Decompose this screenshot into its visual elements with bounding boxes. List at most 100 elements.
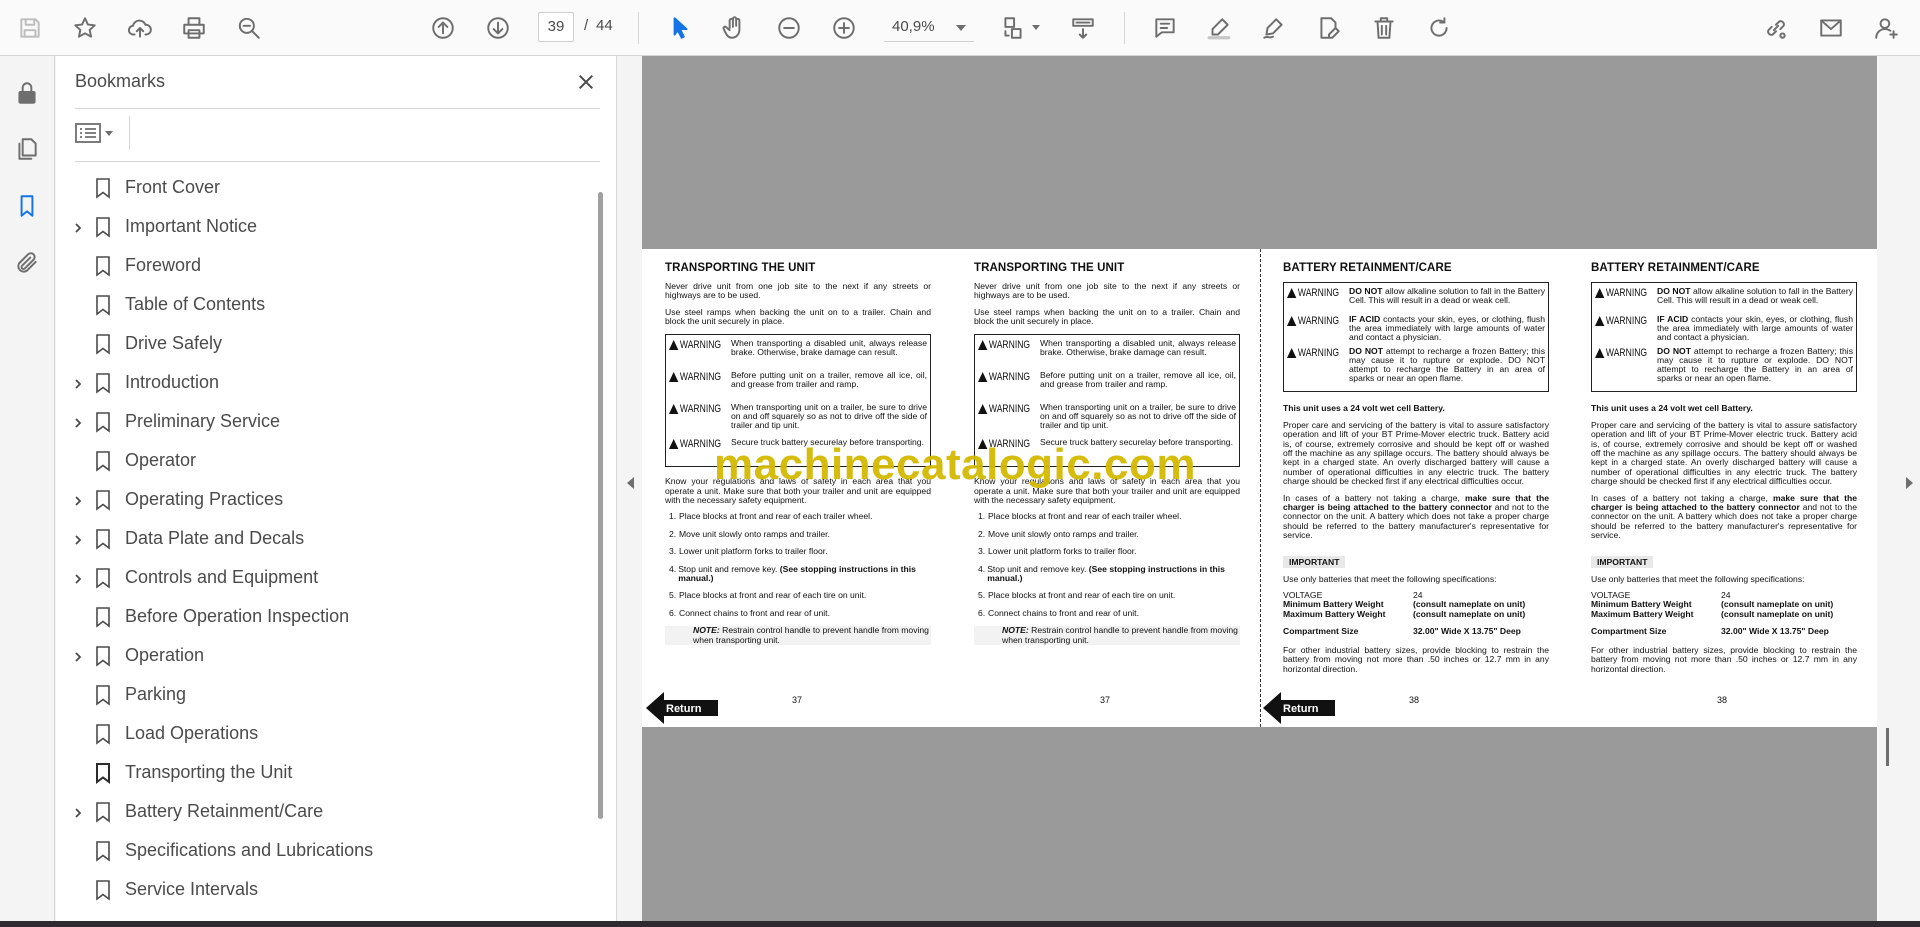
spec-value: (consult nameplate on unit) bbox=[1413, 608, 1526, 619]
step-item: 5. Place blocks at front and rear of each… bbox=[974, 591, 1240, 601]
section-title: TRANSPORTING THE UNIT bbox=[974, 262, 1125, 274]
previous-page-icon[interactable] bbox=[425, 10, 461, 46]
page-fit-icon[interactable] bbox=[995, 10, 1031, 46]
document-scrollbar-thumb[interactable] bbox=[1886, 728, 1889, 766]
lock-icon[interactable] bbox=[10, 76, 44, 110]
share-link-icon[interactable] bbox=[1758, 10, 1794, 46]
bookmark-item[interactable]: Before Operation Inspection bbox=[56, 597, 586, 636]
zoom-in-icon[interactable] bbox=[826, 10, 862, 46]
bookmark-item[interactable]: Battery Retainment/Care bbox=[56, 792, 586, 831]
paragraph: In cases of a battery not taking a charg… bbox=[1283, 493, 1549, 541]
chevron-right-icon[interactable] bbox=[72, 416, 84, 428]
star-icon[interactable] bbox=[67, 10, 103, 46]
email-icon[interactable] bbox=[1813, 10, 1849, 46]
warning-tag: WARNING bbox=[1595, 347, 1647, 384]
chevron-right-icon[interactable] bbox=[72, 221, 84, 233]
attachments-icon[interactable] bbox=[10, 246, 44, 280]
comment-icon[interactable] bbox=[1147, 10, 1183, 46]
bookmark-item[interactable]: Operation bbox=[56, 636, 586, 675]
divider bbox=[75, 108, 600, 109]
warning-tag-text: WARNING bbox=[1605, 287, 1648, 299]
bookmark-icon bbox=[94, 645, 114, 667]
bookmark-item[interactable]: Transporting the Unit bbox=[56, 753, 586, 792]
bookmarks-panel-icon[interactable] bbox=[10, 189, 44, 223]
hand-tool-icon[interactable] bbox=[716, 10, 752, 46]
next-page-arrow-icon[interactable] bbox=[1906, 477, 1913, 489]
step-number: 4. bbox=[978, 563, 986, 574]
user-account-icon[interactable] bbox=[1868, 10, 1904, 46]
paragraph: In cases of a battery not taking a charg… bbox=[1591, 493, 1857, 541]
delete-trash-icon[interactable] bbox=[1366, 10, 1402, 46]
step-number: 1. bbox=[978, 511, 986, 522]
step-text-wrap: Place blocks at front and rear of each t… bbox=[988, 591, 1175, 600]
watermark: machinecatalogic.com bbox=[714, 440, 1196, 489]
bookmark-item[interactable]: Introduction bbox=[56, 363, 586, 402]
step-item: 2. Move unit slowly onto ramps and traile… bbox=[974, 529, 1240, 539]
bookmark-item[interactable]: Front Cover bbox=[56, 168, 586, 207]
page-fit-caret-icon[interactable] bbox=[1032, 25, 1040, 30]
bookmark-item[interactable]: Controls and Equipment bbox=[56, 558, 586, 597]
return-button[interactable]: Return bbox=[646, 692, 718, 724]
bookmark-item[interactable]: Load Operations bbox=[56, 714, 586, 753]
warning-triangle-icon bbox=[1595, 347, 1605, 358]
chevron-right-icon[interactable] bbox=[72, 533, 84, 545]
bookmark-item[interactable]: Operator bbox=[56, 441, 586, 480]
bookmark-item[interactable]: Service Intervals bbox=[56, 870, 586, 909]
zoom-out-icon[interactable] bbox=[771, 10, 807, 46]
print-icon[interactable] bbox=[176, 10, 212, 46]
bookmark-item[interactable]: Foreword bbox=[56, 246, 586, 285]
page-number: 38 bbox=[1409, 695, 1420, 705]
step-number: 3. bbox=[978, 546, 986, 557]
page-number: 37 bbox=[792, 695, 803, 705]
edit-pdf-icon[interactable] bbox=[1311, 10, 1347, 46]
toolbar-divider bbox=[638, 12, 639, 44]
chevron-right-icon[interactable] bbox=[72, 377, 84, 389]
chevron-right-icon[interactable] bbox=[72, 494, 84, 506]
steps-list: 1. Place blocks at front and rear of each… bbox=[665, 512, 931, 618]
select-pointer-icon[interactable] bbox=[662, 10, 698, 46]
page-thumbnails-icon[interactable] bbox=[10, 132, 44, 166]
chevron-right-icon[interactable] bbox=[72, 650, 84, 662]
step-item: 3. Lower unit platform forks to trailer f… bbox=[974, 546, 1240, 557]
highlight-pen-icon[interactable] bbox=[1201, 10, 1237, 46]
bookmark-item[interactable]: Important Notice bbox=[56, 207, 586, 246]
page-number-input[interactable]: 39 bbox=[538, 12, 574, 42]
bookmark-item[interactable]: Preliminary Service bbox=[56, 402, 586, 441]
return-button[interactable]: Return bbox=[1263, 692, 1335, 724]
chevron-right-icon[interactable] bbox=[72, 572, 84, 584]
bookmark-icon bbox=[94, 723, 114, 745]
step-text: Connect chains to front and rear of unit… bbox=[988, 607, 1139, 618]
bookmark-item[interactable]: Drive Safely bbox=[56, 324, 586, 363]
page-number: 38 bbox=[1717, 695, 1728, 705]
bookmark-label: Before Operation Inspection bbox=[125, 606, 350, 626]
bookmark-item[interactable]: Data Plate and Decals bbox=[56, 519, 586, 558]
scroll-mode-icon[interactable] bbox=[1065, 10, 1101, 46]
warning-triangle-icon bbox=[1595, 288, 1605, 298]
bookmark-item[interactable]: Table of Contents bbox=[56, 285, 586, 324]
previous-page-arrow-icon[interactable] bbox=[627, 477, 634, 489]
bookmark-label: Controls and Equipment bbox=[125, 567, 319, 587]
step-text-wrap: Place blocks at front and rear of each t… bbox=[679, 512, 872, 521]
bookmarks-scrollbar-thumb[interactable] bbox=[598, 192, 603, 819]
warning-triangle-icon bbox=[1287, 288, 1297, 298]
search-icon[interactable] bbox=[231, 10, 267, 46]
section-title: BATTERY RETAINMENT/CARE bbox=[1283, 262, 1452, 274]
warning-row: WARNING When transporting a disabled unit… bbox=[978, 338, 1236, 363]
close-icon[interactable] bbox=[572, 68, 600, 96]
bookmark-item[interactable]: Specifications and Lubrications bbox=[56, 831, 586, 870]
redo-rotate-icon[interactable] bbox=[1421, 10, 1457, 46]
next-page-icon[interactable] bbox=[480, 10, 516, 46]
section-title: TRANSPORTING THE UNIT bbox=[665, 262, 816, 274]
warning-tag: WARNING bbox=[1287, 287, 1339, 311]
bookmark-icon bbox=[94, 489, 114, 511]
bookmark-item[interactable]: Operating Practices bbox=[56, 480, 586, 519]
upload-cloud-icon[interactable] bbox=[122, 10, 158, 46]
draw-signature-icon[interactable] bbox=[1256, 10, 1292, 46]
save-icon[interactable] bbox=[12, 10, 48, 46]
spec-row: Maximum Battery Weight (consult nameplate… bbox=[1591, 609, 1857, 619]
zoom-dropdown-icon[interactable] bbox=[956, 25, 966, 31]
warning-tag: WARNING bbox=[978, 403, 1030, 431]
chevron-right-icon[interactable] bbox=[72, 806, 84, 818]
bookmark-item[interactable]: Parking bbox=[56, 675, 586, 714]
bookmark-options-button[interactable] bbox=[75, 118, 125, 148]
